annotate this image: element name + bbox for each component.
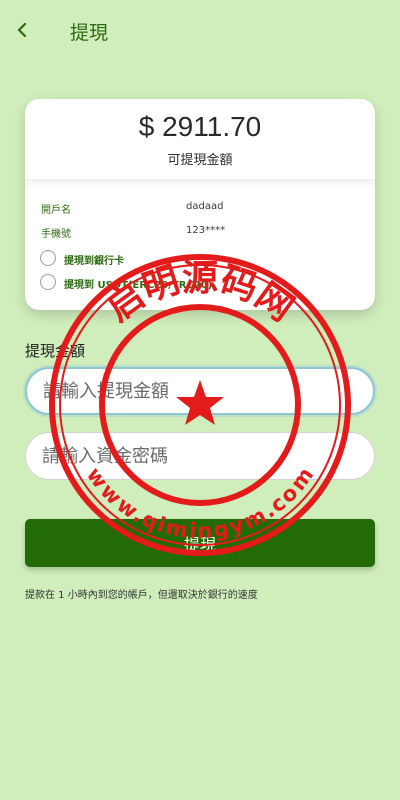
account-name-value: dadaad: [186, 201, 224, 212]
app-header: 提現: [0, 0, 400, 62]
balance-card: $ 2911.70 可提現金額 開戶名 dadaad 手機號 123**** 提…: [25, 99, 375, 310]
account-name-label: 開戶名: [41, 205, 71, 216]
amount-input[interactable]: [25, 367, 375, 415]
balance-label: 可提現金額: [167, 153, 233, 168]
radio-usdt[interactable]: [40, 274, 56, 290]
back-button[interactable]: [12, 18, 32, 42]
account-name-row: 開戶名 dadaad: [41, 201, 361, 217]
page-title: 提現: [70, 22, 109, 44]
radio-bank-card[interactable]: [40, 250, 56, 266]
withdraw-notice: 提款在 1 小時內到您的帳戶，但還取決於銀行的速度: [25, 590, 258, 601]
phone-row: 手機號 123****: [41, 225, 361, 241]
option-usdt-label: 提現到 USDT(ERC20/TRC20): [64, 280, 213, 291]
phone-label: 手機號: [41, 229, 71, 240]
submit-button[interactable]: 提現: [25, 519, 375, 567]
amount-section-label: 提現金額: [25, 342, 86, 360]
balance-amount: $ 2911.70: [138, 111, 262, 142]
option-bank-card-label: 提現到銀行卡: [64, 256, 124, 267]
option-usdt[interactable]: 提現到 USDT(ERC20/TRC20): [40, 274, 360, 292]
chevron-left-icon: [17, 23, 27, 37]
phone-value: 123****: [186, 225, 226, 236]
option-bank-card[interactable]: 提現到銀行卡: [40, 250, 360, 268]
card-divider: [25, 179, 375, 189]
password-input[interactable]: [25, 432, 375, 480]
